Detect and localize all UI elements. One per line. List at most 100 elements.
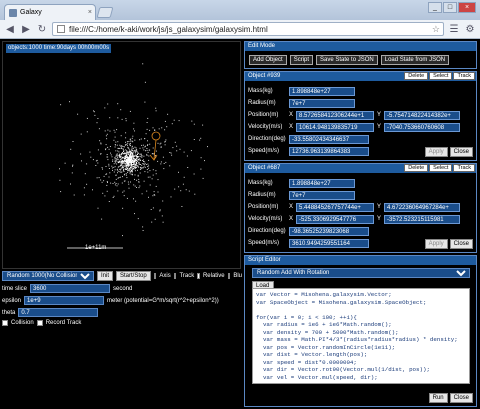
star-particle: [124, 180, 126, 182]
script-textarea[interactable]: var Vector = Misohena.galaxysim.Vector; …: [252, 288, 470, 384]
star-particle: [193, 173, 195, 175]
record-track-checkbox[interactable]: [36, 320, 43, 326]
star-particle: [125, 141, 126, 143]
star-particle: [130, 142, 131, 144]
tab-close-icon[interactable]: ×: [88, 9, 95, 16]
object-title: Object #687: [248, 165, 281, 171]
close-script-button[interactable]: Close: [449, 393, 473, 403]
position-y-field[interactable]: 4.672236064967284e+: [384, 202, 461, 212]
radius-field[interactable]: 7e+7: [289, 98, 355, 108]
script-editor-panel: Script Editor Random Add With Rotation L…: [244, 255, 477, 407]
init-button[interactable]: Init: [97, 271, 114, 281]
track-checkbox[interactable]: [173, 273, 177, 279]
star-particle: [140, 168, 142, 170]
script-button[interactable]: Script: [289, 55, 314, 65]
relative-checkbox[interactable]: [197, 273, 200, 279]
star-particle: [123, 174, 125, 176]
radius-field[interactable]: 7e+7: [289, 190, 355, 200]
add-object-button[interactable]: Add Object: [249, 55, 287, 65]
selected-object-marker[interactable]: [151, 131, 161, 141]
velocity-y-field[interactable]: -3572.523215115981: [384, 214, 461, 224]
address-bar[interactable]: file:///C:/home/k-aki/work/js/js_galaxys…: [52, 22, 444, 36]
galaxy-view[interactable]: [3, 42, 240, 268]
velocity-x-field[interactable]: -525.3306929547776: [296, 214, 375, 224]
position-x-field[interactable]: 8.572658412306244e+1: [296, 110, 375, 120]
track-button[interactable]: Track: [453, 164, 475, 172]
star-particle: [135, 154, 137, 156]
mass-field[interactable]: 1.898848e+27: [289, 86, 355, 96]
axis-checkbox[interactable]: [153, 273, 157, 279]
new-tab-button[interactable]: [96, 7, 114, 18]
star-particle: [139, 164, 141, 165]
page-menu-icon[interactable]: ☰: [448, 23, 460, 35]
star-particle: [160, 161, 162, 163]
close-object-button[interactable]: Close: [449, 239, 473, 249]
star-particle: [131, 153, 133, 154]
star-particle: [159, 143, 161, 145]
star-particle: [105, 135, 107, 137]
star-particle: [110, 152, 111, 154]
direction-field[interactable]: -33.55802434346637: [289, 134, 369, 144]
epsilon-unit: meter (potential=G*m/sqrt(r^2+epsilon^2)…: [107, 297, 219, 304]
position-x-field[interactable]: 5.448845267757744e+: [296, 202, 375, 212]
preset-select[interactable]: Random 1000(No Collision): [2, 271, 94, 281]
star-particle: [107, 103, 109, 105]
select-button[interactable]: Select: [429, 72, 453, 80]
star-particle: [128, 141, 130, 142]
delete-button[interactable]: Delete: [404, 72, 429, 80]
close-object-button[interactable]: Close: [449, 147, 473, 157]
tab-title: Galaxy: [20, 9, 42, 16]
star-particle: [131, 154, 133, 156]
back-icon[interactable]: ◀: [4, 23, 16, 35]
star-particle: [116, 169, 118, 171]
star-particle: [116, 153, 118, 155]
timeslice-input[interactable]: 3600: [30, 284, 111, 293]
velocity-vector: [153, 139, 157, 160]
star-particle: [162, 221, 164, 223]
position-y-field[interactable]: -5.754714822414382e+: [384, 110, 461, 120]
forward-icon[interactable]: ▶: [20, 23, 32, 35]
bookmark-star-icon[interactable]: ☆: [432, 24, 443, 35]
velocity-y-field[interactable]: -7040.753660760608: [384, 122, 461, 132]
save-state-button[interactable]: Save State to JSON: [316, 55, 378, 65]
collision-checkbox[interactable]: [2, 320, 8, 326]
simulation-canvas[interactable]: objects:1000 time:90days 00h00m00s 1e+11…: [2, 41, 241, 269]
apply-button[interactable]: Apply: [424, 239, 448, 249]
wrench-icon[interactable]: ⚙: [464, 23, 476, 35]
speed-field[interactable]: 12736.963139864383: [289, 146, 369, 156]
direction-field[interactable]: -98.36525239823068: [289, 226, 369, 236]
star-particle: [135, 147, 137, 149]
position-label: Position(m): [248, 204, 279, 210]
star-particle: [108, 148, 110, 150]
minimize-button[interactable]: _: [428, 2, 442, 13]
select-button[interactable]: Select: [429, 164, 453, 172]
velocity-x-field[interactable]: 10614.948139835719: [296, 122, 375, 132]
script-preset-select[interactable]: Random Add With Rotation: [252, 268, 470, 278]
star-particle: [170, 196, 172, 198]
star-particle: [130, 156, 132, 158]
track-button[interactable]: Track: [453, 72, 475, 80]
run-button[interactable]: Run: [428, 393, 448, 403]
browser-tab[interactable]: Galaxy ×: [4, 4, 96, 20]
star-particle: [119, 153, 121, 155]
star-particle: [125, 153, 127, 155]
reload-icon[interactable]: ↻: [36, 23, 48, 35]
star-particle: [146, 169, 148, 170]
maximize-button[interactable]: □: [443, 2, 457, 13]
delete-button[interactable]: Delete: [404, 164, 429, 172]
star-particle: [123, 150, 125, 151]
speed-field[interactable]: 3610.9494259551164: [289, 238, 369, 248]
apply-button[interactable]: Apply: [424, 147, 448, 157]
star-particle: [131, 148, 133, 150]
theta-input[interactable]: 0.7: [18, 308, 99, 317]
close-window-button[interactable]: ×: [458, 2, 476, 13]
star-particle: [112, 159, 114, 161]
star-particle: [136, 158, 138, 159]
blur-checkbox[interactable]: [227, 273, 231, 279]
star-particle: [137, 154, 138, 155]
load-state-button[interactable]: Load State from JSON: [380, 55, 450, 65]
star-particle: [99, 140, 101, 142]
start-stop-button[interactable]: Start/Stop: [116, 271, 151, 281]
mass-field[interactable]: 1.898848e+27: [289, 178, 355, 188]
epsilon-input[interactable]: 1e+9: [24, 296, 105, 305]
